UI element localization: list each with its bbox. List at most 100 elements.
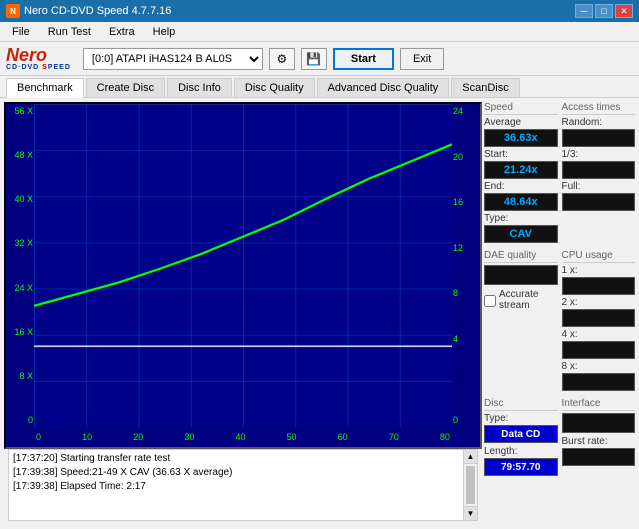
chart-grid-area xyxy=(34,104,452,427)
x-label-20: 20 xyxy=(133,432,143,442)
y-label-40: 40 X xyxy=(7,194,33,204)
maximize-button[interactable]: □ xyxy=(595,4,613,18)
menu-extra[interactable]: Extra xyxy=(101,24,143,40)
x-label-0: 0 xyxy=(36,432,41,442)
cpu-4x-label: 4 x: xyxy=(562,329,636,340)
tab-disc-quality[interactable]: Disc Quality xyxy=(234,78,315,97)
titlebar-buttons: ─ □ ✕ xyxy=(575,4,633,18)
y-right-12: 12 xyxy=(453,243,479,253)
access-random-label: Random: xyxy=(562,117,636,128)
nero-logo-sub: CD·DVD SPEED xyxy=(6,64,71,71)
y-right-8: 8 xyxy=(453,288,479,298)
app-icon: N xyxy=(6,4,20,18)
y-label-16: 16 X xyxy=(7,327,33,337)
speed-average-value: 36.63x xyxy=(484,129,558,147)
speed-type-block: Type: CAV xyxy=(484,213,558,243)
log-entry-1: [17:39:38] Speed:21-49 X CAV (36.63 X av… xyxy=(13,466,459,480)
disc-type-value: Data CD xyxy=(484,425,558,443)
nero-logo: Nero CD·DVD SPEED xyxy=(6,46,71,71)
y-right-0: 0 xyxy=(453,415,479,425)
cpu-1x-block: 1 x: xyxy=(562,265,636,295)
cpu-1x-label: 1 x: xyxy=(562,265,636,276)
x-label-10: 10 xyxy=(82,432,92,442)
dae-title: DAE quality xyxy=(484,250,558,263)
access-full-value xyxy=(562,193,636,211)
scroll-up-button[interactable]: ▲ xyxy=(464,450,477,464)
tab-create-disc[interactable]: Create Disc xyxy=(86,78,165,97)
tab-scan-disc[interactable]: ScanDisc xyxy=(451,78,519,97)
window-title: Nero CD-DVD Speed 4.7.7.16 xyxy=(24,5,171,17)
titlebar-left: N Nero CD-DVD Speed 4.7.7.16 xyxy=(6,4,171,18)
y-label-24: 24 X xyxy=(7,283,33,293)
x-label-30: 30 xyxy=(184,432,194,442)
titlebar: N Nero CD-DVD Speed 4.7.7.16 ─ □ ✕ xyxy=(0,0,639,22)
drive-selector[interactable]: [0:0] ATAPI iHAS124 B AL0S xyxy=(83,48,263,70)
speed-end-block: End: 48.64x xyxy=(484,181,558,211)
speed-access-row: Speed Average 36.63x Start: 21.24x End: … xyxy=(484,102,635,243)
access-full-label: Full: xyxy=(562,181,636,192)
properties-button[interactable]: ⚙ xyxy=(269,48,295,70)
x-label-40: 40 xyxy=(235,432,245,442)
speed-end-value: 48.64x xyxy=(484,193,558,211)
right-panel: Speed Average 36.63x Start: 21.24x End: … xyxy=(484,98,639,529)
y-right-16: 16 xyxy=(453,197,479,207)
disc-type-label: Type: xyxy=(484,413,558,424)
speed-end-label: End: xyxy=(484,181,558,192)
cpu-section: CPU usage 1 x: 2 x: 4 x: 8 x: xyxy=(562,250,636,391)
minimize-button[interactable]: ─ xyxy=(575,4,593,18)
accurate-stream-row: Accurate stream xyxy=(484,289,558,312)
disc-interface-row: Disc Type: Data CD Length: 79:57.70 Inte… xyxy=(484,398,635,476)
y-label-8: 8 X xyxy=(7,371,33,381)
y-right-20: 20 xyxy=(453,152,479,162)
tab-benchmark[interactable]: Benchmark xyxy=(6,78,84,98)
cpu-1x-value xyxy=(562,277,636,295)
log-area: [17:37:20] Starting transfer rate test [… xyxy=(8,449,478,521)
y-axis-right: 24 20 16 12 8 4 0 xyxy=(452,104,480,427)
access-random-block: Random: xyxy=(562,117,636,147)
x-axis: 0 10 20 30 40 50 60 70 80 xyxy=(34,427,452,447)
access-full-block: Full: xyxy=(562,181,636,211)
y-axis-left: 56 X 48 X 40 X 32 X 24 X 16 X 8 X 0 xyxy=(6,104,34,427)
menu-help[interactable]: Help xyxy=(145,24,184,40)
interface-section: Interface Burst rate: xyxy=(562,398,636,476)
cpu-8x-label: 8 x: xyxy=(562,361,636,372)
x-label-80: 80 xyxy=(440,432,450,442)
log-entry-0: [17:37:20] Starting transfer rate test xyxy=(13,452,459,466)
disc-section: Disc Type: Data CD Length: 79:57.70 xyxy=(484,398,558,476)
access-random-value xyxy=(562,129,636,147)
disc-length-label: Length: xyxy=(484,446,558,457)
dae-section: DAE quality Accurate stream xyxy=(484,250,558,391)
burst-label: Burst rate: xyxy=(562,436,636,447)
scroll-thumb[interactable] xyxy=(466,466,475,504)
exit-button[interactable]: Exit xyxy=(400,48,444,70)
toolbar: Nero CD·DVD SPEED [0:0] ATAPI iHAS124 B … xyxy=(0,42,639,76)
speed-average-block: Average 36.63x xyxy=(484,117,558,147)
main-content: 56 X 48 X 40 X 32 X 24 X 16 X 8 X 0 xyxy=(0,98,639,529)
cpu-8x-block: 8 x: xyxy=(562,361,636,391)
x-label-70: 70 xyxy=(389,432,399,442)
menu-file[interactable]: File xyxy=(4,24,38,40)
access-times-section: Access times Random: 1/3: Full: xyxy=(562,102,636,243)
tab-bar: Benchmark Create Disc Disc Info Disc Qua… xyxy=(0,76,639,98)
access-third-value xyxy=(562,161,636,179)
speed-average-label: Average xyxy=(484,117,558,128)
dae-value xyxy=(484,265,558,285)
disc-length-value: 79:57.70 xyxy=(484,458,558,476)
cpu-4x-value xyxy=(562,341,636,359)
cpu-title: CPU usage xyxy=(562,250,636,263)
y-right-4: 4 xyxy=(453,334,479,344)
tab-advanced-disc-quality[interactable]: Advanced Disc Quality xyxy=(317,78,450,97)
accurate-stream-checkbox[interactable] xyxy=(484,295,496,307)
interface-value xyxy=(562,413,636,433)
speed-type-label: Type: xyxy=(484,213,558,224)
menubar: File Run Test Extra Help xyxy=(0,22,639,42)
menu-run-test[interactable]: Run Test xyxy=(40,24,99,40)
save-button[interactable]: 💾 xyxy=(301,48,327,70)
log-entry-2: [17:39:38] Elapsed Time: 2:17 xyxy=(13,480,459,494)
scroll-down-button[interactable]: ▼ xyxy=(464,506,477,520)
cpu-4x-block: 4 x: xyxy=(562,329,636,359)
tab-disc-info[interactable]: Disc Info xyxy=(167,78,232,97)
cpu-8x-value xyxy=(562,373,636,391)
close-button[interactable]: ✕ xyxy=(615,4,633,18)
start-button[interactable]: Start xyxy=(333,48,394,70)
